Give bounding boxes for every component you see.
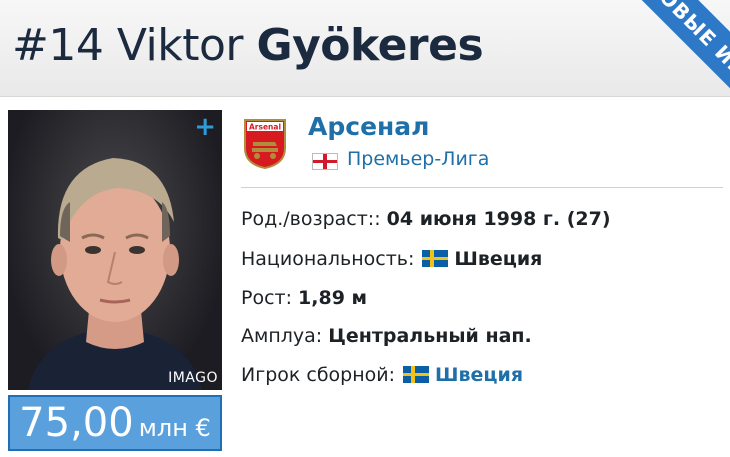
birth-row: Род./возраст:: 04 июня 1998 г. (27) (241, 208, 611, 230)
england-flag-icon (312, 153, 338, 170)
height-value: 1,89 м (298, 287, 368, 309)
market-value-box[interactable]: 75,00 млн € (8, 395, 222, 451)
height-label: Рост: (241, 287, 292, 309)
player-portrait-illustration (28, 158, 202, 390)
sweden-flag-icon (403, 366, 430, 383)
national-team-row: Игрок сборной: Швеция (241, 364, 523, 386)
player-photo[interactable]: + IMAGO (8, 110, 222, 390)
player-header: #14 Viktor Gyökeres НОВЫЕ ИГРОКИ (0, 0, 730, 130)
new-players-ribbon[interactable]: НОВЫЕ ИГРОКИ (628, 0, 730, 130)
arsenal-crest-icon[interactable]: Arsenal (243, 118, 287, 170)
photo-credit: IMAGO (168, 370, 218, 386)
birth-value: 04 июня 1998 г. (27) (386, 208, 611, 230)
club-name-link[interactable]: Арсенал (308, 112, 429, 141)
nationality-value: Швеция (454, 248, 543, 270)
market-value-unit: млн € (138, 414, 211, 442)
position-label: Амплуа: (241, 325, 323, 347)
national-team-link[interactable]: Швеция (435, 364, 523, 386)
market-value-amount: 75,00 (19, 400, 134, 446)
player-last-name: Gyökeres (256, 20, 484, 71)
sweden-flag-icon (422, 250, 449, 267)
height-row: Рост: 1,89 м (241, 287, 367, 309)
divider (241, 187, 723, 188)
nationality-label: Национальность: (241, 248, 415, 270)
national-team-label: Игрок сборной: (241, 364, 396, 386)
player-first-name: Viktor (116, 20, 244, 71)
position-row: Амплуа: Центральный нап. (241, 325, 532, 347)
player-title: #14 Viktor Gyökeres (12, 14, 484, 78)
crest-text: Arsenal (249, 123, 281, 132)
shirt-number: #14 (12, 20, 104, 71)
league-name-link[interactable]: Премьер-Лига (347, 148, 489, 170)
nationality-row: Национальность: Швеция (241, 248, 542, 270)
new-players-ribbon-wrap[interactable]: НОВЫЕ ИГРОКИ (600, 0, 730, 130)
position-value: Центральный нап. (328, 325, 532, 347)
birth-label: Род./возраст:: (241, 208, 381, 230)
add-player-icon[interactable]: + (194, 114, 216, 140)
